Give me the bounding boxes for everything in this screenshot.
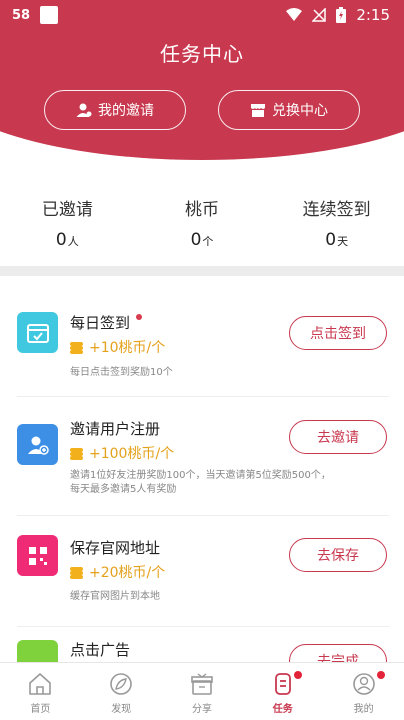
tab-label: 我的	[353, 704, 374, 715]
tab-label: 分享	[191, 704, 212, 715]
notification-badge	[294, 671, 303, 679]
task-description: 每日点击签到奖励10个	[70, 367, 173, 378]
clock: 2:15	[356, 6, 390, 24]
notification-badge	[377, 671, 386, 679]
gift-icon	[191, 673, 213, 695]
task-icon	[274, 673, 291, 695]
stat-label: 桃币	[185, 200, 219, 220]
tab-discover[interactable]: 发现	[81, 663, 162, 720]
page-title: 任务中心	[160, 42, 244, 66]
tab-label: 发现	[111, 704, 132, 715]
reward-text: +100桃币/个	[89, 446, 175, 462]
task-reward: +20桃币/个	[70, 562, 165, 582]
stat-checkin-streak: 连续签到 0天	[269, 190, 404, 260]
my-invites-button[interactable]: 我的邀请	[44, 90, 186, 130]
tab-home[interactable]: 首页	[0, 663, 81, 720]
exchange-center-button[interactable]: 兑换中心	[218, 90, 360, 130]
invite-button[interactable]: 去邀请	[289, 420, 387, 454]
battery-icon	[336, 7, 347, 23]
stat-value: 0	[55, 230, 67, 250]
task-title: 每日签到	[70, 314, 131, 332]
qr-code-icon	[17, 535, 58, 576]
reward-text: +20桃币/个	[89, 565, 166, 581]
add-user-icon	[17, 424, 58, 465]
calendar-check-icon	[17, 312, 58, 353]
task-title: 邀请用户注册	[70, 420, 161, 438]
task-description: 缓存官网图片到本地	[70, 591, 160, 602]
stat-unit: 天	[337, 235, 349, 248]
stat-invited: 已邀请 0人	[0, 190, 135, 260]
store-icon	[251, 104, 265, 117]
notification-icon	[40, 6, 59, 24]
tab-tasks[interactable]: 任务	[242, 663, 323, 720]
task-title: 点击广告	[70, 641, 131, 659]
stat-label: 已邀请	[41, 200, 93, 220]
tab-share[interactable]: 分享	[162, 663, 243, 720]
task-description: 邀请1位好友注册奖励100个，当天邀请第5位奖励500个， 每天最多邀请5人有奖…	[70, 469, 390, 497]
header: 58 2:15 任务中心 我的邀请 兑换中心	[0, 0, 404, 180]
app-notification-icon: 58	[12, 7, 31, 23]
stat-unit: 人	[67, 235, 79, 248]
profile-icon	[352, 673, 375, 695]
checkin-button[interactable]: 点击签到	[289, 316, 387, 350]
save-button[interactable]: 去保存	[289, 538, 387, 572]
wifi-icon	[286, 8, 303, 21]
bottom-tab-bar: 首页 发现 分享 任务 我的	[0, 662, 404, 720]
task-description-line: 邀请1位好友注册奖励100个，当天邀请第5位奖励500个，	[70, 470, 331, 481]
stat-unit: 个	[202, 235, 214, 248]
task-reward: +10桃币/个	[70, 337, 165, 357]
status-bar: 58 2:15	[0, 0, 404, 32]
new-dot	[136, 314, 143, 320]
reward-text: +10桃币/个	[89, 340, 166, 356]
task-separator	[17, 396, 389, 397]
tab-profile[interactable]: 我的	[323, 663, 404, 720]
stat-value: 0	[190, 230, 202, 250]
coin-icon	[70, 566, 83, 579]
no-signal-icon	[312, 8, 327, 22]
home-icon	[29, 673, 52, 695]
user-icon	[76, 103, 92, 117]
exchange-center-label: 兑换中心	[272, 103, 328, 119]
stat-coins: 桃币 0个	[135, 190, 270, 260]
tab-label: 任务	[272, 704, 293, 715]
task-reward: +100桃币/个	[70, 443, 174, 463]
coin-icon	[70, 447, 83, 460]
stat-value: 0	[325, 230, 337, 250]
task-description-line: 每天最多邀请5人有奖励	[70, 484, 177, 495]
compass-icon	[110, 673, 132, 695]
section-divider	[0, 266, 404, 276]
stat-label: 连续签到	[302, 200, 371, 220]
task-separator	[17, 626, 389, 627]
task-title: 保存官网地址	[70, 539, 161, 557]
my-invites-label: 我的邀请	[98, 103, 154, 119]
task-separator	[17, 515, 389, 516]
stats-row: 已邀请 0人 桃币 0个 连续签到 0天	[0, 190, 404, 260]
coin-icon	[70, 341, 83, 354]
tab-label: 首页	[30, 704, 51, 715]
